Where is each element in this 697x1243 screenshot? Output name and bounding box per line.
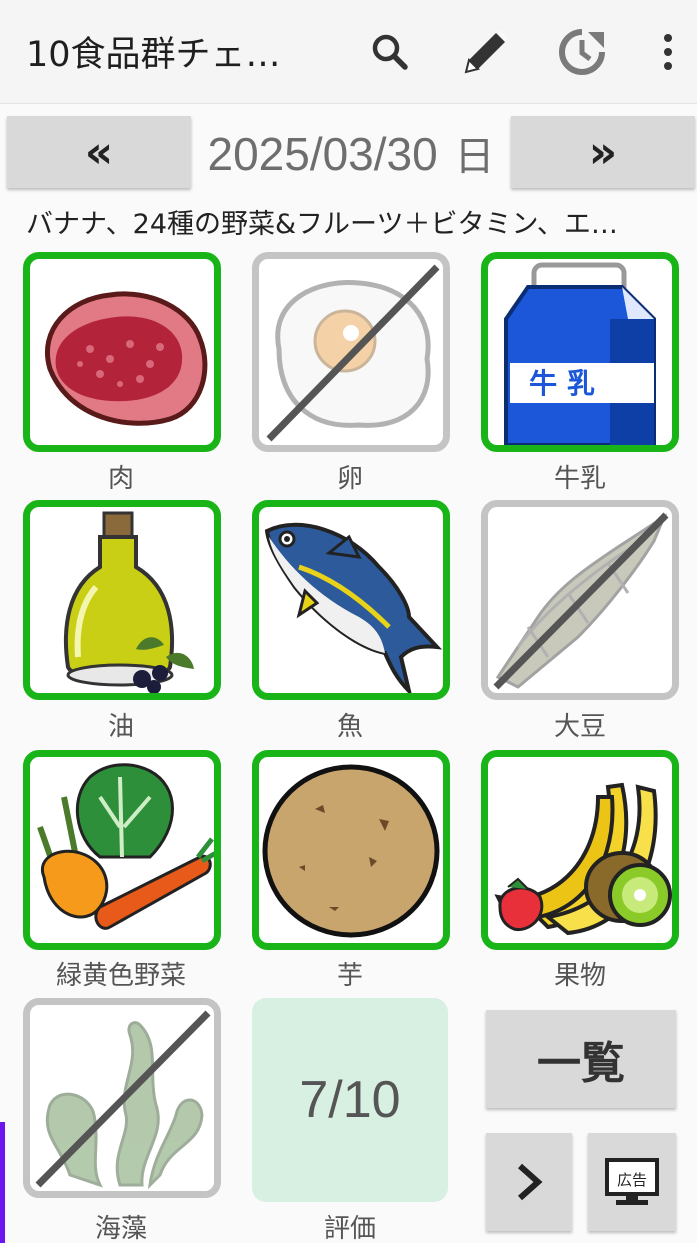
next-day-button[interactable]: »	[511, 116, 695, 188]
food-group-meat[interactable]	[23, 252, 221, 452]
food-group-label: 卵	[336, 464, 363, 494]
fruit-icon	[494, 782, 672, 936]
vegetables-icon	[37, 763, 214, 930]
chevron-right-icon	[518, 1163, 543, 1201]
soybean-icon	[493, 512, 669, 690]
search-icon[interactable]	[362, 24, 418, 80]
food-group-label: 肉	[107, 464, 134, 494]
prev-day-button[interactable]: «	[7, 116, 191, 188]
monitor-ad-icon: 広告	[605, 1158, 659, 1205]
accent-edge	[0, 1122, 5, 1243]
food-group-label: 牛乳	[553, 464, 606, 494]
food-group-potato[interactable]	[252, 750, 450, 950]
app-title: 10食品群チェ…	[26, 35, 281, 75]
food-group-milk[interactable]: 牛 乳	[481, 252, 679, 452]
potato-icon	[262, 764, 440, 938]
meat-icon	[45, 291, 208, 426]
svg-text:牛 乳: 牛 乳	[529, 367, 595, 400]
date-text: 2025/03/30	[207, 128, 438, 180]
svg-text:広告: 広告	[617, 1171, 647, 1189]
food-group-label: 油	[107, 712, 134, 742]
date-bar: « 2025/03/30 日 »	[0, 116, 697, 190]
food-group-fruit[interactable]	[481, 750, 679, 950]
food-group-label: 芋	[336, 961, 363, 991]
score-label: 評価	[323, 1214, 376, 1243]
list-button[interactable]: 一覧	[486, 1010, 676, 1108]
more-vert-icon[interactable]	[640, 24, 696, 80]
food-group-label: 果物	[553, 961, 606, 991]
egg-icon	[266, 264, 440, 442]
weekday-text: 日	[454, 134, 495, 180]
score-display: 7/10	[252, 998, 448, 1202]
seaweed-icon	[35, 1010, 211, 1190]
fish-icon	[264, 522, 443, 693]
food-group-fish[interactable]	[252, 500, 450, 700]
memo-text[interactable]: バナナ、24種の野菜&フルーツ＋ビタミン、エ…	[26, 202, 686, 241]
food-group-soybean[interactable]	[481, 500, 679, 700]
food-group-egg[interactable]	[252, 252, 450, 452]
next-button[interactable]	[486, 1133, 572, 1231]
history-icon[interactable]	[554, 24, 610, 80]
food-group-label: 魚	[336, 712, 363, 742]
milk-icon: 牛 乳	[504, 262, 656, 445]
food-group-label: 海藻	[94, 1214, 147, 1243]
food-group-label: 緑黄色野菜	[55, 961, 186, 991]
edit-icon[interactable]	[458, 24, 514, 80]
food-group-seaweed[interactable]	[23, 998, 221, 1198]
food-group-green-yellow-vegetables[interactable]	[23, 750, 221, 950]
food-group-oil[interactable]	[23, 500, 221, 700]
date-display: 2025/03/30 日	[192, 124, 510, 182]
oil-icon	[64, 511, 194, 693]
ad-button[interactable]: 広告	[588, 1133, 676, 1231]
app-bar: 10食品群チェ…	[0, 0, 697, 104]
food-group-label: 大豆	[553, 712, 606, 742]
